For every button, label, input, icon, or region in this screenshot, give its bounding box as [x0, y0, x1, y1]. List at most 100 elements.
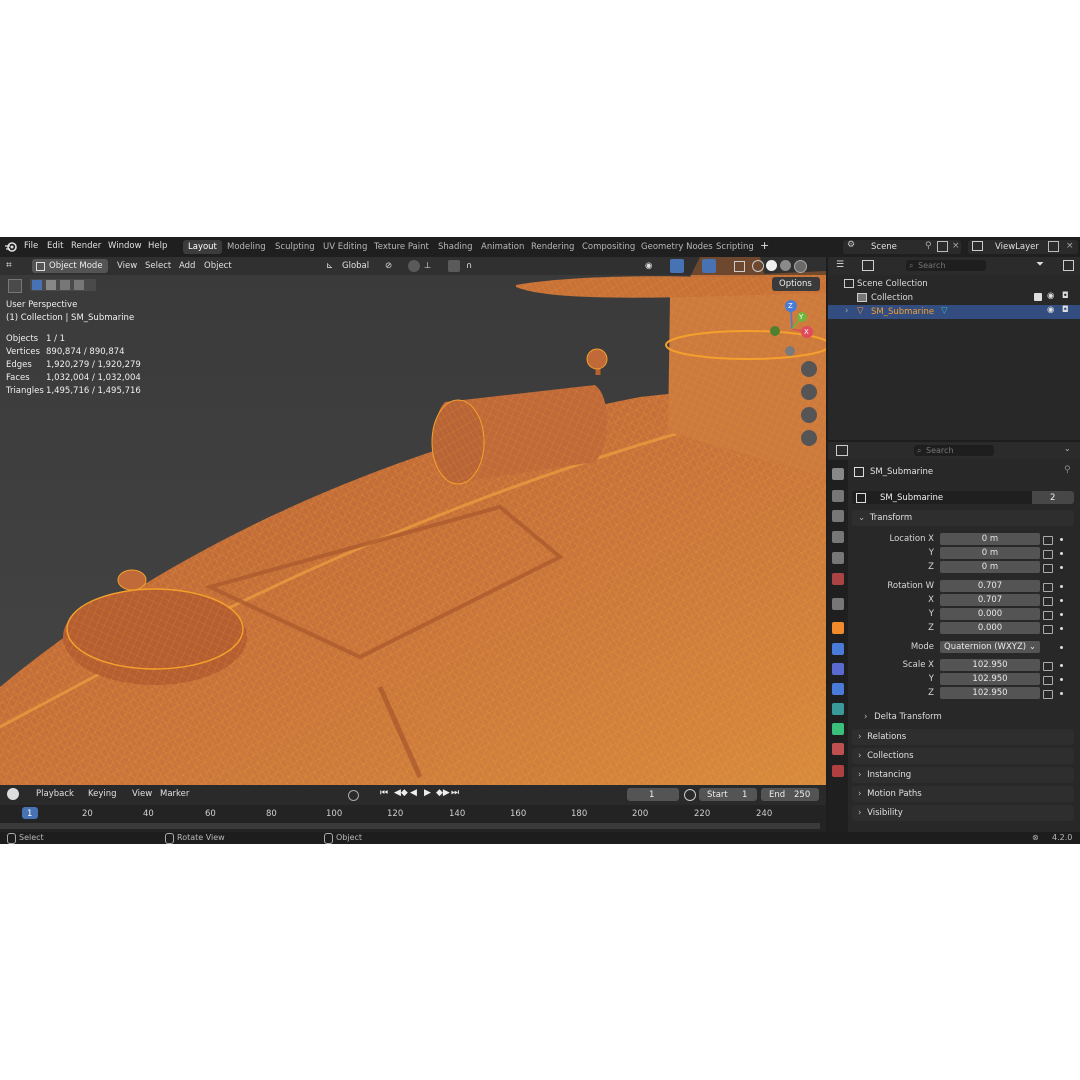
data-tab-icon[interactable] — [832, 723, 844, 735]
rotation-w-field[interactable]: 0.707 — [940, 580, 1040, 592]
3d-viewport[interactable]: ⌗ Object Mode View Select Add Object ⊾ G… — [0, 257, 826, 785]
tab-compositing[interactable]: Compositing — [577, 240, 640, 254]
tab-texture-paint[interactable]: Texture Paint — [369, 240, 434, 254]
proportional-edit-icon[interactable] — [448, 260, 460, 272]
scale-x-field[interactable]: 102.950 — [940, 659, 1040, 671]
menu-add[interactable]: Add — [179, 261, 195, 271]
scale-y-field[interactable]: 102.950 — [940, 673, 1040, 685]
remove-view-layer-icon[interactable]: × — [1066, 241, 1074, 251]
perspective-toggle-icon[interactable] — [801, 430, 817, 446]
keyframe-dot-icon[interactable] — [1060, 585, 1063, 588]
outliner-item-sm-submarine[interactable]: › ▽ SM_Submarine ▽ ◉ ◘ — [828, 305, 1080, 319]
camera-view-icon[interactable] — [801, 407, 817, 423]
jump-start-icon[interactable]: ⏮ — [380, 788, 388, 798]
filter-icon[interactable]: ⏷ — [1036, 259, 1044, 270]
keyframe-dot-icon[interactable] — [1060, 538, 1063, 541]
lock-icon[interactable] — [1043, 676, 1053, 685]
overlays-toggle-icon[interactable] — [702, 259, 716, 273]
tab-rendering[interactable]: Rendering — [526, 240, 579, 254]
physics-tab-icon[interactable] — [832, 683, 844, 695]
keyframe-dot-icon[interactable] — [1060, 678, 1063, 681]
tab-modeling[interactable]: Modeling — [222, 240, 271, 254]
jump-keyframe-back-icon[interactable]: ◀◆ — [394, 788, 408, 798]
navigation-gizmo[interactable] — [765, 297, 821, 357]
keyframe-dot-icon[interactable] — [1060, 664, 1063, 667]
orientation-dropdown[interactable]: Global — [342, 261, 369, 271]
expand-chevron-icon[interactable]: › — [845, 306, 848, 316]
properties-search-input[interactable]: ⌕ Search — [914, 445, 994, 456]
wireframe-shading-icon[interactable] — [752, 260, 764, 272]
keyframe-dot-icon[interactable] — [1060, 646, 1063, 649]
location-y-field[interactable]: 0 m — [940, 547, 1040, 559]
lock-icon[interactable] — [1043, 597, 1053, 606]
end-frame-field[interactable]: End 250 — [761, 788, 819, 801]
delta-transform-subpanel[interactable]: › Delta Transform — [864, 710, 1064, 724]
view-layer-tab-icon[interactable] — [832, 531, 844, 543]
menu-edit[interactable]: Edit — [47, 241, 63, 251]
texture-tab-icon[interactable] — [832, 765, 844, 777]
rotation-z-field[interactable]: 0.000 — [940, 622, 1040, 634]
editor-type-icon[interactable]: ⌗ — [6, 260, 12, 271]
menu-render[interactable]: Render — [71, 241, 101, 251]
menu-file[interactable]: File — [24, 241, 38, 251]
play-reverse-icon[interactable]: ◀ — [410, 788, 417, 798]
camera-icon[interactable]: ◘ — [1062, 305, 1069, 315]
pivot-icon[interactable]: ⊘ — [385, 261, 392, 271]
constraints-tab-icon[interactable] — [832, 703, 844, 715]
menu-playback[interactable]: Playback — [36, 789, 74, 799]
object-datablock-field[interactable]: SM_Submarine 2 — [852, 491, 1074, 504]
collections-panel[interactable]: › Collections — [852, 748, 1074, 764]
stopwatch-icon[interactable] — [684, 789, 696, 801]
lock-icon[interactable] — [1043, 550, 1053, 559]
jump-end-icon[interactable]: ⏭ — [451, 788, 459, 798]
scale-z-field[interactable]: 102.950 — [940, 687, 1040, 699]
snap-target-icon[interactable]: ⊥ — [424, 261, 431, 271]
location-x-field[interactable]: 0 m — [940, 533, 1040, 545]
transform-panel-header[interactable]: ⌄ Transform — [852, 510, 1074, 526]
outliner-search-input[interactable]: ⌕ Search — [906, 260, 986, 271]
menu-view[interactable]: View — [117, 261, 137, 271]
jump-keyframe-forward-icon[interactable]: ◆▶ — [436, 788, 450, 798]
camera-icon[interactable]: ◘ — [1062, 291, 1069, 301]
outliner-item-collection[interactable]: Collection ◉ ◘ — [828, 291, 1080, 305]
keyframe-dot-icon[interactable] — [1060, 552, 1063, 555]
gizmo-toggle-icon[interactable] — [670, 259, 684, 273]
new-collection-icon[interactable] — [1063, 260, 1074, 271]
rotation-x-field[interactable]: 0.707 — [940, 594, 1040, 606]
tool-tab-icon[interactable] — [832, 468, 844, 480]
collection-tab-icon[interactable] — [832, 598, 844, 610]
output-tab-icon[interactable] — [832, 510, 844, 522]
menu-marker[interactable]: Marker — [160, 789, 189, 799]
lock-icon[interactable] — [1043, 611, 1053, 620]
keyframe-dot-icon[interactable] — [1060, 613, 1063, 616]
material-tab-icon[interactable] — [832, 743, 844, 755]
menu-select[interactable]: Select — [145, 261, 171, 271]
auto-keying-icon[interactable] — [348, 790, 359, 801]
lock-icon[interactable] — [1043, 536, 1053, 545]
select-invert-icon[interactable] — [74, 280, 84, 290]
blender-logo-icon[interactable] — [5, 241, 17, 253]
object-tab-icon[interactable] — [832, 622, 844, 634]
eye-icon[interactable]: ◉ — [1047, 291, 1054, 301]
new-view-layer-icon[interactable] — [1048, 241, 1059, 252]
play-icon[interactable]: ▶ — [424, 788, 431, 798]
start-frame-field[interactable]: Start 1 — [699, 788, 757, 801]
pin-icon[interactable]: ⚲ — [1064, 465, 1071, 475]
close-icon[interactable]: × — [952, 241, 960, 251]
zoom-icon[interactable] — [801, 361, 817, 377]
location-z-field[interactable]: 0 m — [940, 561, 1040, 573]
visibility-icon[interactable]: ◉ — [645, 261, 652, 271]
eye-icon[interactable]: ◉ — [1047, 305, 1054, 315]
tab-sculpting[interactable]: Sculpting — [270, 240, 320, 254]
timeline-editor-icon[interactable] — [7, 788, 19, 800]
keyframe-dot-icon[interactable] — [1060, 599, 1063, 602]
modifier-tab-icon[interactable] — [832, 643, 844, 655]
render-tab-icon[interactable] — [832, 490, 844, 502]
snap-icon[interactable] — [408, 260, 420, 272]
falloff-icon[interactable]: ∩ — [466, 261, 472, 271]
lock-icon[interactable] — [1043, 583, 1053, 592]
options-button[interactable]: Options — [772, 277, 820, 291]
outliner-item-scene-collection[interactable]: Scene Collection — [828, 277, 1080, 291]
lock-icon[interactable] — [1043, 625, 1053, 634]
add-workspace-icon[interactable]: + — [760, 239, 769, 252]
